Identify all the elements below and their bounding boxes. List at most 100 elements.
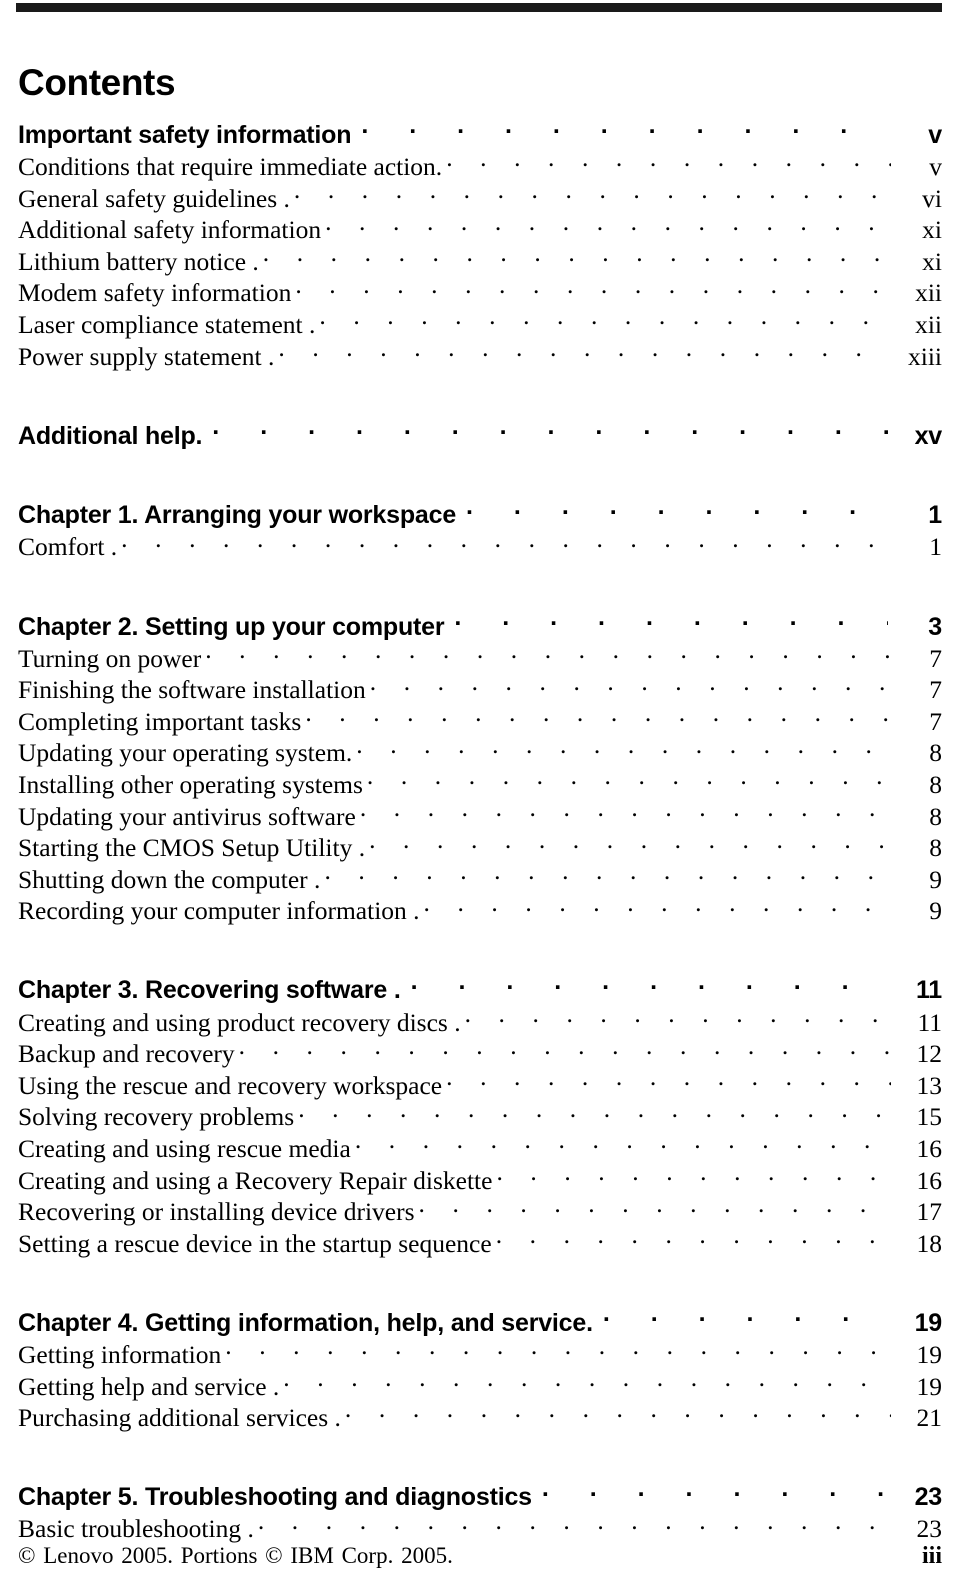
toc-sub-entry[interactable]: Conditions that require immediate action… xyxy=(18,150,942,182)
toc-entry-title: Laser compliance statement . xyxy=(18,310,316,340)
toc-chapter-entry[interactable]: Chapter 2. Setting up your computer 3 xyxy=(18,610,942,642)
toc-sub-entry[interactable]: Laser compliance statement . xii xyxy=(18,308,942,340)
toc-dot-leader xyxy=(295,276,891,302)
toc-dot-leader xyxy=(542,1480,888,1505)
toc-entry-page-number: 11 xyxy=(915,976,942,1005)
toc-sub-entry[interactable]: Additional safety information xi xyxy=(18,213,942,245)
toc-dot-leader xyxy=(446,1068,891,1094)
toc-sub-entry[interactable]: Turning on power 7 xyxy=(18,641,942,673)
toc-entry-page-number: 8 xyxy=(929,770,942,799)
toc-entry-title: Purchasing additional services . xyxy=(18,1403,341,1433)
toc-sub-entry[interactable]: Modem safety information xii xyxy=(18,276,942,308)
toc-dot-leader xyxy=(446,150,891,176)
toc-entry-title: Shutting down the computer . xyxy=(18,864,321,894)
toc-entry-title: Important safety information xyxy=(18,121,352,149)
toc-entry-title: Updating your antivirus software xyxy=(18,801,356,831)
toc-sub-entry[interactable]: Updating your operating system. 8 xyxy=(18,736,942,768)
toc-entry-page-number: xi xyxy=(922,215,942,245)
toc-sub-entry[interactable]: Recovering or installing device drivers 1… xyxy=(18,1195,942,1227)
toc-entry-page-number: 19 xyxy=(916,1339,943,1369)
toc-entry-title: General safety guidelines . xyxy=(18,183,290,213)
toc-dot-leader xyxy=(355,1131,891,1157)
toc-entry-title: Creating and using rescue media xyxy=(18,1133,351,1163)
toc-sub-entry[interactable]: Starting the CMOS Setup Utility . 8 xyxy=(18,831,942,863)
toc-sub-entry[interactable]: Getting information 19 xyxy=(18,1337,942,1369)
table-of-contents: Important safety information v Conditions … xyxy=(18,118,942,1543)
toc-dot-leader xyxy=(212,419,888,444)
toc-entry-page-number: 11 xyxy=(917,1007,942,1037)
toc-entry-page-number: vi xyxy=(922,183,942,213)
toc-entry-page-number: xi xyxy=(922,246,942,276)
toc-chapter-entry[interactable]: Important safety information v xyxy=(18,118,942,150)
page-footer: © Lenovo 2005. Portions © IBM Corp. 2005… xyxy=(18,1543,942,1570)
toc-entry-page-number: 9 xyxy=(929,864,942,894)
toc-entry-page-number: 16 xyxy=(916,1133,943,1163)
toc-sub-entry[interactable]: Purchasing additional services . 21 xyxy=(18,1401,942,1433)
toc-entry-title: Chapter 1. Arranging your workspace xyxy=(18,501,457,530)
toc-sub-entry[interactable]: General safety guidelines . vi xyxy=(18,181,942,213)
toc-dot-leader xyxy=(419,1195,891,1221)
toc-sub-entry[interactable]: Comfort . 1 xyxy=(18,530,942,562)
toc-entry-title: Power supply statement . xyxy=(18,341,275,371)
toc-sub-entry[interactable]: Using the rescue and recovery workspace 1… xyxy=(18,1068,942,1100)
toc-dot-leader xyxy=(369,831,891,857)
toc-sub-entry[interactable]: Basic troubleshooting . 23 xyxy=(18,1512,942,1544)
toc-entry-page-number: 1 xyxy=(929,532,942,562)
toc-sub-entry[interactable]: Recording your computer information . 9 xyxy=(18,894,942,926)
toc-entry-title: Completing important tasks xyxy=(18,706,302,736)
toc-entry-page-number: 7 xyxy=(929,706,942,736)
toc-chapter-entry[interactable]: Additional help. xv xyxy=(18,419,942,451)
toc-dot-leader xyxy=(345,1401,891,1427)
toc-entry-title: Recovering or installing device drivers xyxy=(18,1197,415,1227)
toc-dot-leader xyxy=(367,768,891,794)
toc-sub-entry[interactable]: Creating and using a Recovery Repair dis… xyxy=(18,1163,942,1195)
toc-chapter-entry[interactable]: Chapter 1. Arranging your workspace 1 xyxy=(18,498,942,530)
toc-entry-page-number: xv xyxy=(914,421,942,450)
toc-sub-entry[interactable]: Updating your antivirus software 8 xyxy=(18,799,942,831)
toc-entry-title: Chapter 2. Setting up your computer xyxy=(18,612,445,641)
toc-sub-entry[interactable]: Setting a rescue device in the startup s… xyxy=(18,1226,942,1258)
toc-entry-page-number: xii xyxy=(915,310,942,340)
toc-sub-entry[interactable]: Creating and using product recovery disc… xyxy=(18,1005,942,1037)
toc-dot-leader xyxy=(466,498,888,523)
toc-sub-entry[interactable]: Finishing the software installation 7 xyxy=(18,673,942,705)
toc-entry-page-number: 16 xyxy=(916,1165,943,1195)
toc-entry-page-number: v xyxy=(928,121,942,149)
toc-sub-entry[interactable]: Completing important tasks 7 xyxy=(18,704,942,736)
toc-dot-leader xyxy=(294,181,891,207)
toc-sub-entry[interactable]: Getting help and service . 19 xyxy=(18,1369,942,1401)
toc-entry-page-number: 3 xyxy=(928,612,942,641)
toc-entry-title: Getting information xyxy=(18,1339,222,1369)
toc-dot-leader xyxy=(278,339,891,365)
toc-sub-entry[interactable]: Lithium battery notice . xi xyxy=(18,244,942,276)
toc-sub-entry[interactable]: Solving recovery problems 15 xyxy=(18,1100,942,1132)
toc-dot-leader xyxy=(324,862,891,888)
toc-chapter-entry[interactable]: Chapter 5. Troubleshooting and diagnosti… xyxy=(18,1480,942,1512)
toc-entry-page-number: 18 xyxy=(916,1228,943,1258)
copyright-notice: © Lenovo 2005. Portions © IBM Corp. 2005… xyxy=(18,1543,453,1568)
toc-entry-page-number: xiii xyxy=(907,341,942,371)
toc-chapter-entry[interactable]: Chapter 3. Recovering software . 11 xyxy=(18,973,942,1005)
toc-chapter-entry[interactable]: Chapter 4. Getting information, help, an… xyxy=(18,1306,942,1338)
toc-entry-title: Chapter 4. Getting information, help, an… xyxy=(18,1308,593,1337)
toc-entry-page-number: 8 xyxy=(929,833,942,863)
toc-entry-page-number: 8 xyxy=(929,738,942,768)
toc-sub-entry[interactable]: Shutting down the computer . 9 xyxy=(18,862,942,894)
toc-sub-entry[interactable]: Installing other operating systems 8 xyxy=(18,768,942,800)
toc-entry-page-number: 19 xyxy=(916,1371,943,1401)
toc-sub-entry[interactable]: Creating and using rescue media 16 xyxy=(18,1131,942,1163)
toc-entry-page-number: 21 xyxy=(916,1403,943,1433)
toc-section-gap xyxy=(18,371,942,419)
toc-dot-leader xyxy=(370,673,891,699)
page-header-rule xyxy=(16,3,942,12)
toc-dot-leader xyxy=(603,1306,888,1331)
document-page: Contents Important safety information v Co… xyxy=(0,0,960,1592)
toc-entry-title: Updating your operating system. xyxy=(18,738,353,768)
toc-entry-page-number: v xyxy=(929,152,942,182)
toc-sub-entry[interactable]: Backup and recovery 12 xyxy=(18,1037,942,1069)
toc-sub-entry[interactable]: Power supply statement . xiii xyxy=(18,339,942,371)
toc-entry-title: Additional safety information xyxy=(18,215,322,245)
page-title: Contents xyxy=(18,61,176,103)
page-number-folio: iii xyxy=(921,1543,942,1569)
toc-entry-title: Starting the CMOS Setup Utility . xyxy=(18,833,366,863)
